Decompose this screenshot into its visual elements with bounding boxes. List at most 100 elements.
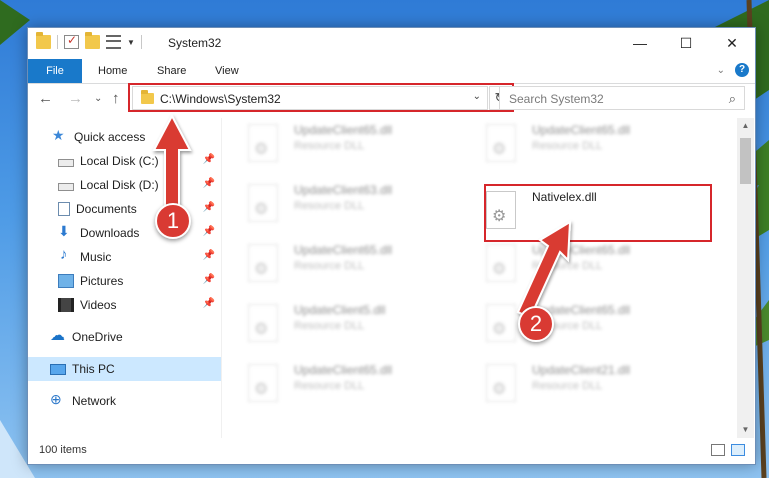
sidebar-item-documents[interactable]: Documents 📌 <box>28 197 221 221</box>
status-bar: 100 items <box>28 438 755 464</box>
dll-file-icon <box>486 364 516 402</box>
large-icons-view-icon[interactable] <box>731 444 745 456</box>
file-name: UpdateClient21.dll <box>532 363 631 377</box>
scroll-down-arrow-icon[interactable]: ▼ <box>737 422 754 438</box>
back-arrow-icon[interactable]: ← <box>38 90 53 107</box>
sidebar-item-quick-access[interactable]: Quick access <box>28 125 221 149</box>
this-pc-icon <box>50 363 66 375</box>
up-arrow-icon[interactable]: ↑ <box>112 90 120 107</box>
file-item[interactable]: UpdateClient65.dll Resource DLL <box>240 358 470 414</box>
sidebar-item-label: Downloads <box>80 226 140 240</box>
pin-icon[interactable]: 📌 <box>203 154 215 165</box>
view-buttons <box>711 444 745 456</box>
pin-icon[interactable]: 📌 <box>203 178 215 189</box>
pictures-icon <box>58 274 74 288</box>
quick-access-toolbar: ▼ <box>36 32 142 49</box>
sidebar-item-local-disk-c[interactable]: Local Disk (C:) 📌 <box>28 149 221 173</box>
dll-file-icon <box>248 364 278 402</box>
new-folder-icon[interactable] <box>85 32 100 49</box>
file-name: UpdateClient65.dll <box>294 363 393 377</box>
close-button[interactable]: ✕ <box>709 28 755 58</box>
pin-icon[interactable]: 📌 <box>203 250 215 261</box>
sidebar-item-label: Network <box>72 394 117 408</box>
sidebar-item-network[interactable]: Network <box>28 389 221 413</box>
file-name: UpdateClient63.dll <box>294 183 393 197</box>
explorer-window: ▼ System32 — ☐ ✕ File Home Share View ⌄ … <box>27 27 756 465</box>
file-item[interactable]: UpdateClient65.dll Resource DLL <box>478 238 708 294</box>
sidebar-item-videos[interactable]: Videos 📌 <box>28 293 221 317</box>
customize-toolbar-chevron-icon[interactable]: ▼ <box>127 38 135 47</box>
documents-icon <box>58 202 70 216</box>
dll-file-icon <box>486 124 516 162</box>
item-count: 100 items <box>39 444 87 456</box>
sidebar-item-label: Videos <box>80 298 117 312</box>
tab-home[interactable]: Home <box>98 59 127 83</box>
star-icon <box>52 127 68 144</box>
pin-icon[interactable]: 📌 <box>203 226 215 237</box>
sidebar-item-onedrive[interactable]: OneDrive <box>28 325 221 349</box>
file-type: Resource DLL <box>294 380 365 392</box>
recent-locations-chevron-icon[interactable]: ⌄ <box>94 93 102 104</box>
file-item[interactable]: UpdateClient65.dll Resource DLL <box>478 298 708 354</box>
step-2-badge: 2 <box>518 306 554 342</box>
expand-ribbon-chevron-icon[interactable]: ⌄ <box>717 65 725 76</box>
sidebar-item-label: Documents <box>76 202 137 216</box>
view-options-icon[interactable] <box>106 35 121 49</box>
search-icon[interactable]: ⌕ <box>729 91 736 107</box>
scrollbar-thumb[interactable] <box>740 138 751 184</box>
pin-icon[interactable]: 📌 <box>203 274 215 285</box>
sidebar-item-label: Local Disk (C:) <box>80 154 159 168</box>
tab-share[interactable]: Share <box>157 59 186 83</box>
target-file-highlight-box <box>484 184 712 242</box>
sidebar-item-label: This PC <box>72 362 115 376</box>
search-box[interactable]: Search System32 ⌕ <box>499 86 745 110</box>
downloads-icon <box>58 223 74 240</box>
file-item[interactable]: UpdateClient65.dll Resource DLL <box>240 118 470 174</box>
file-type: Resource DLL <box>532 260 603 272</box>
sidebar-item-music[interactable]: Music 📌 <box>28 245 221 269</box>
file-type: Resource DLL <box>294 320 365 332</box>
file-type: Resource DLL <box>532 380 603 392</box>
disk-icon <box>58 158 74 167</box>
tab-view[interactable]: View <box>215 59 239 83</box>
network-icon <box>50 391 66 408</box>
properties-check-icon[interactable] <box>64 33 79 49</box>
file-item[interactable]: UpdateClient65.dll Resource DLL <box>240 238 470 294</box>
minimize-button[interactable]: — <box>617 28 663 58</box>
file-type: Resource DLL <box>294 260 365 272</box>
file-type: Resource DLL <box>294 200 365 212</box>
sidebar-item-downloads[interactable]: Downloads 📌 <box>28 221 221 245</box>
pin-icon[interactable]: 📌 <box>203 202 215 213</box>
window-controls: — ☐ ✕ <box>617 28 755 58</box>
ribbon-tabs: File Home Share View ⌄ ? <box>28 59 755 84</box>
details-view-icon[interactable] <box>711 444 725 456</box>
folder-icon <box>36 32 51 49</box>
pin-icon[interactable]: 📌 <box>203 298 215 309</box>
file-name: UpdateClient5.dll <box>294 303 386 317</box>
sidebar-item-this-pc[interactable]: This PC <box>28 357 221 381</box>
file-name: UpdateClient65.dll <box>294 123 393 137</box>
sidebar-item-label: Music <box>80 250 112 264</box>
dll-file-icon <box>248 184 278 222</box>
file-item[interactable]: UpdateClient21.dll Resource DLL <box>478 358 708 414</box>
sidebar-item-pictures[interactable]: Pictures 📌 <box>28 269 221 293</box>
sidebar-item-local-disk-d[interactable]: Local Disk (D:) 📌 <box>28 173 221 197</box>
maximize-button[interactable]: ☐ <box>663 28 709 58</box>
file-item[interactable]: UpdateClient5.dll Resource DLL <box>240 298 470 354</box>
scroll-up-arrow-icon[interactable]: ▲ <box>737 118 754 134</box>
tab-file[interactable]: File <box>28 59 82 83</box>
file-item[interactable]: UpdateClient65.dll Resource DLL <box>478 118 708 174</box>
ribbon-right-controls: ⌄ ? <box>717 63 749 77</box>
forward-arrow-icon[interactable]: → <box>68 90 83 107</box>
toolbar-separator <box>140 35 142 49</box>
sidebar-item-label: Pictures <box>80 274 124 288</box>
file-name: UpdateClient65.dll <box>294 243 393 257</box>
file-type: Resource DLL <box>294 140 365 152</box>
window-title: System32 <box>168 36 222 50</box>
file-item[interactable]: UpdateClient63.dll Resource DLL <box>240 178 470 234</box>
title-bar: ▼ System32 — ☐ ✕ <box>28 28 755 59</box>
help-icon[interactable]: ? <box>735 63 749 77</box>
vertical-scrollbar[interactable]: ▲ ▼ <box>737 118 754 438</box>
pane-divider <box>221 118 222 438</box>
videos-icon <box>58 298 74 312</box>
